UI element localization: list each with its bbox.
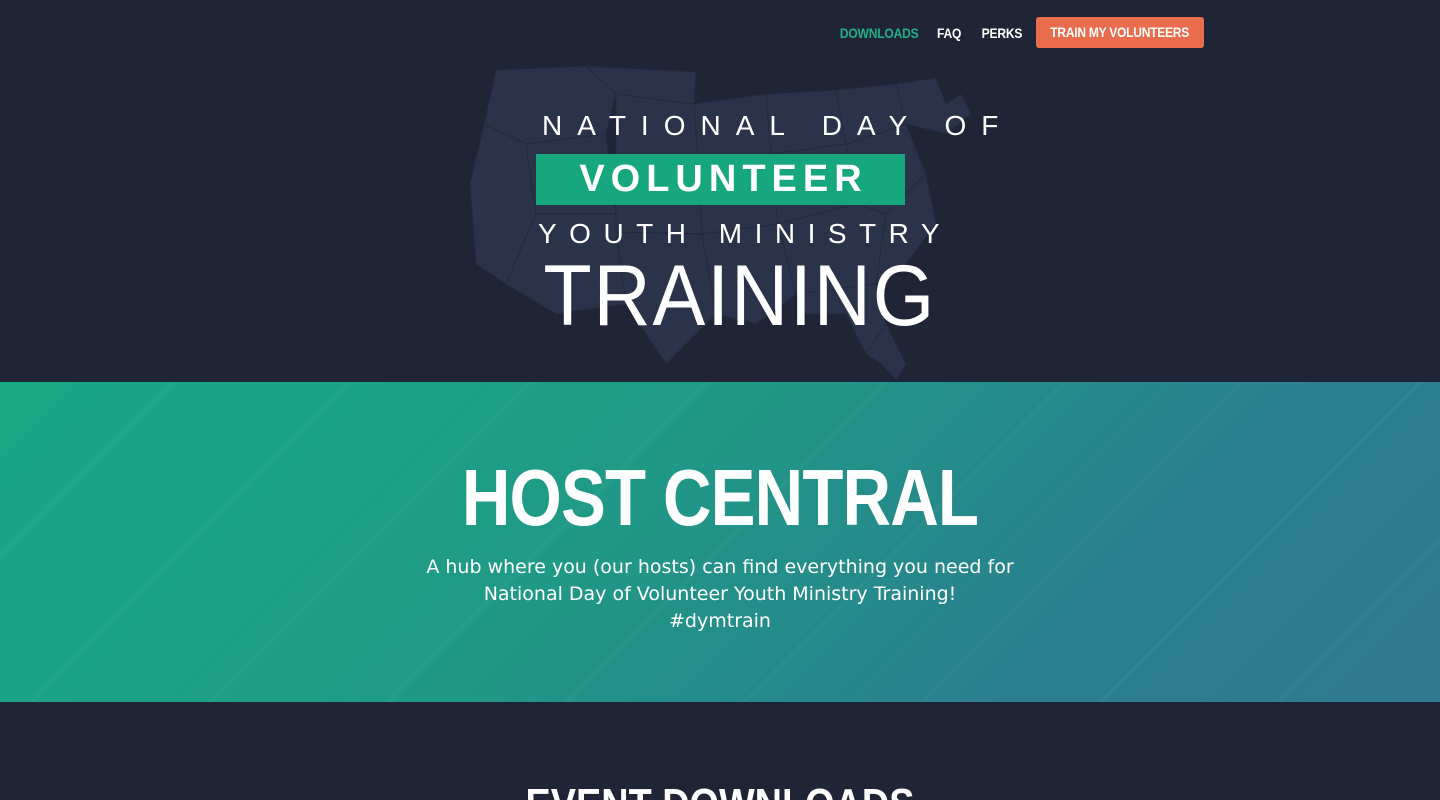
nav-link-faq[interactable]: FAQ (937, 25, 961, 41)
event-downloads-title: EVENT DOWNLOADS (101, 780, 1339, 800)
hero-section: DOWNLOADS FAQ PERKS TRAIN MY VOLUNTEERS … (0, 0, 1440, 382)
event-logo: NATIONAL DAY OF VOLUNTEER YOUTH MINISTRY… (528, 106, 1014, 346)
train-my-volunteers-button[interactable]: TRAIN MY VOLUNTEERS (1036, 17, 1204, 48)
logo-line-training: TRAINING (543, 248, 937, 344)
event-downloads-section: EVENT DOWNLOADS (0, 702, 1440, 800)
logo-line-youth-ministry: YOUTH MINISTRY (538, 218, 953, 249)
top-nav: DOWNLOADS FAQ PERKS TRAIN MY VOLUNTEERS (813, 17, 1204, 48)
host-central-title: HOST CENTRAL (461, 453, 979, 542)
subtitle-line-1: A hub where you (our hosts) can find eve… (426, 556, 1014, 578)
logo-line-national-day: NATIONAL DAY OF (542, 110, 1014, 141)
nav-link-perks[interactable]: PERKS (981, 25, 1022, 41)
subtitle-line-2: National Day of Volunteer Youth Ministry… (483, 583, 957, 605)
page: DOWNLOADS FAQ PERKS TRAIN MY VOLUNTEERS … (0, 0, 1440, 800)
host-central-subtitle: A hub where you (our hosts) can find eve… (420, 554, 1020, 635)
host-central-section: HOST CENTRAL A hub where you (our hosts)… (0, 382, 1440, 702)
hashtag: #dymtrain (669, 610, 771, 632)
logo-line-volunteer: VOLUNTEER (579, 158, 868, 200)
logo-green-band: VOLUNTEER (536, 154, 905, 205)
cta-label: TRAIN MY VOLUNTEERS (1050, 24, 1190, 40)
nav-link-downloads[interactable]: DOWNLOADS (840, 25, 919, 41)
